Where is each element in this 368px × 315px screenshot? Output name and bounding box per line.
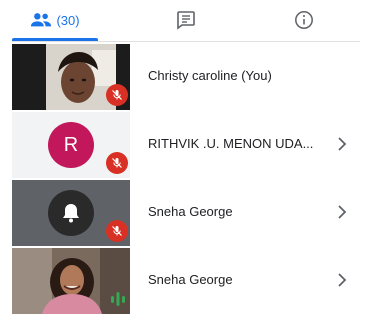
participant-row[interactable]: Sneha George	[12, 248, 368, 314]
mic-off-icon	[112, 90, 122, 100]
tab-divider	[12, 41, 360, 42]
participant-name: RITHVIK .U. MENON UDA...	[148, 136, 314, 151]
participant-row[interactable]: Christy caroline (You)	[12, 44, 368, 110]
panel-tab-bar: (30)	[0, 0, 368, 42]
muted-badge	[106, 152, 128, 174]
info-icon	[295, 11, 313, 29]
mic-off-icon	[112, 158, 122, 168]
tab-info[interactable]	[268, 0, 340, 40]
participant-name: Sneha George	[148, 204, 233, 219]
participant-video-tile	[12, 248, 130, 314]
participant-name: Christy caroline (You)	[148, 68, 272, 83]
participant-row[interactable]: R RITHVIK .U. MENON UDA...	[12, 112, 368, 178]
participant-video-tile	[12, 44, 130, 110]
chat-icon	[177, 11, 195, 30]
participant-video-tile: R	[12, 112, 130, 178]
tab-chat[interactable]	[150, 0, 222, 40]
participant-name: Sneha George	[148, 272, 233, 287]
muted-badge	[106, 220, 128, 242]
chevron-right-icon[interactable]	[334, 270, 350, 290]
speaking-indicator-icon	[111, 292, 125, 306]
muted-badge	[106, 84, 128, 106]
participant-video-tile	[12, 180, 130, 246]
chevron-right-icon[interactable]	[334, 202, 350, 222]
people-count: (30)	[56, 12, 80, 28]
avatar: R	[48, 122, 94, 168]
bell-icon	[63, 204, 79, 223]
chevron-right-icon[interactable]	[334, 134, 350, 154]
tab-people[interactable]: (30)	[12, 0, 98, 40]
avatar	[48, 190, 94, 236]
people-icon	[31, 13, 52, 27]
participant-row[interactable]: Sneha George	[12, 180, 368, 246]
mic-off-icon	[112, 226, 122, 236]
